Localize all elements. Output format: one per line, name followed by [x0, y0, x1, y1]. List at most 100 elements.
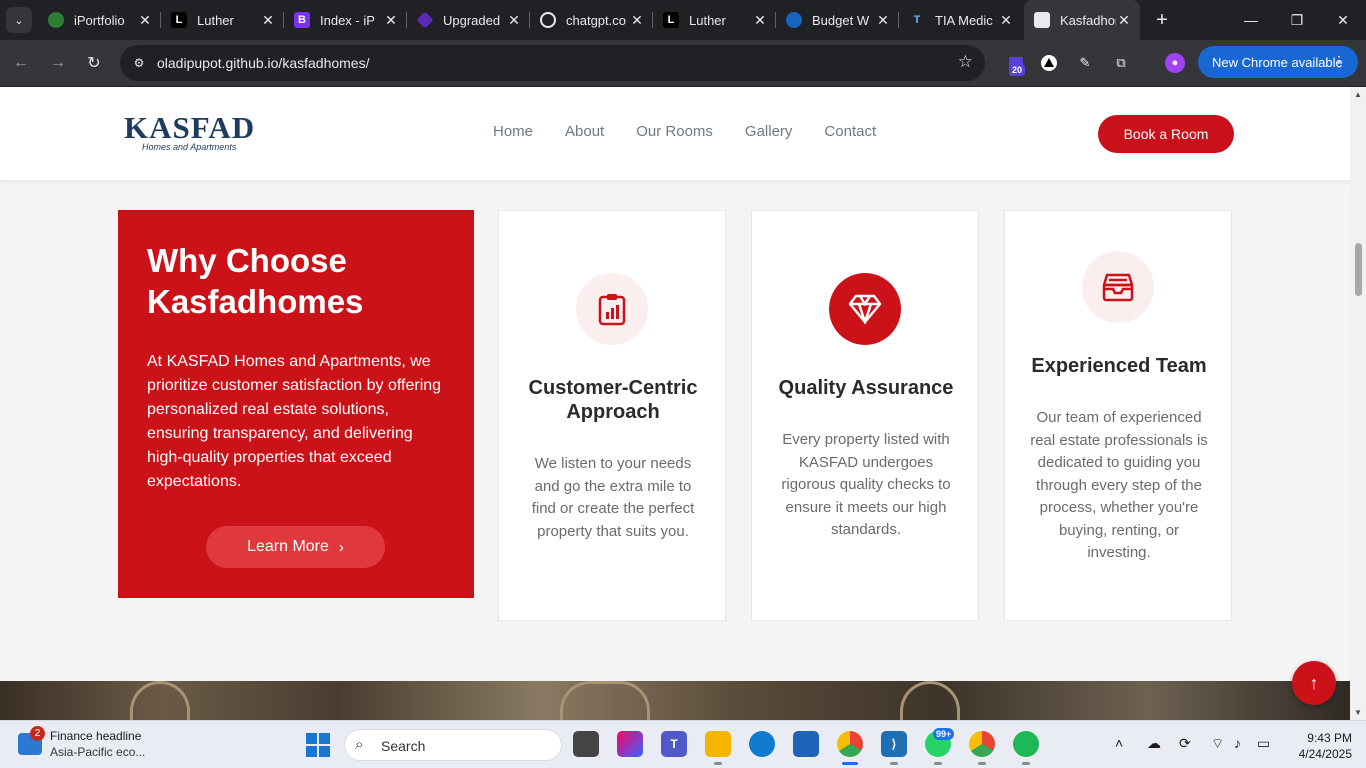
edge-icon[interactable] — [749, 731, 775, 757]
scroll-down-arrow[interactable]: ▼ — [1354, 708, 1362, 717]
chrome-icon[interactable] — [837, 731, 863, 765]
new-tab-button[interactable]: + — [1150, 8, 1174, 32]
tab-title: Luther — [689, 12, 726, 28]
eyedropper-icon[interactable]: ✎ — [1074, 52, 1096, 74]
site-info-icon[interactable]: ⚙ — [130, 54, 148, 72]
site-logo[interactable]: KASFAD Homes and Apartments — [124, 112, 255, 152]
address-bar[interactable]: ⚙ oladipupot.github.io/kasfadhomes/ ☆ — [120, 45, 985, 81]
tab-kasfad[interactable]: Kasfadhon ✕ — [1024, 0, 1140, 40]
update-chrome-button[interactable]: New Chrome available ⋮ — [1198, 46, 1358, 78]
nav-gallery[interactable]: Gallery — [745, 123, 793, 140]
battery-icon[interactable]: ▭ — [1257, 735, 1270, 752]
reload-button[interactable]: ↻ — [81, 50, 107, 76]
tab-title: Upgraded — [443, 12, 501, 28]
arch-decoration — [560, 681, 650, 720]
file-explorer-icon[interactable] — [705, 731, 731, 765]
clock-date: 4/24/2025 — [1298, 747, 1352, 761]
copilot-icon[interactable] — [617, 731, 643, 757]
task-view-icon[interactable] — [573, 731, 599, 757]
feature-title: Experienced Team — [1031, 355, 1207, 377]
nav-our-rooms[interactable]: Our Rooms — [636, 123, 713, 140]
close-icon[interactable]: ✕ — [629, 12, 645, 29]
close-icon[interactable]: ✕ — [506, 12, 522, 29]
tab-title: Budget W — [812, 12, 870, 28]
tab-luther-2[interactable]: L Luther ✕ — [653, 0, 776, 40]
bootstrap-icon: B — [294, 12, 310, 28]
forward-button[interactable]: → — [45, 50, 71, 76]
more-menu-icon[interactable]: ⋮ — [1332, 53, 1346, 70]
vercel-extension-icon[interactable] — [1038, 52, 1060, 74]
back-button[interactable]: ← — [8, 50, 34, 76]
diamond-icon — [829, 273, 901, 345]
close-icon[interactable]: ✕ — [1116, 12, 1132, 29]
tab-title: Index - iP — [320, 12, 375, 28]
nav-home[interactable]: Home — [493, 123, 533, 140]
tab-iportfolio[interactable]: iPortfolio ✕ — [38, 0, 161, 40]
feature-body: Every property listed with KASFAD underg… — [781, 431, 951, 538]
nav-about[interactable]: About — [565, 123, 604, 140]
clipboard-chart-icon — [576, 273, 648, 345]
news-subtitle[interactable]: Asia-Pacific eco... — [50, 745, 145, 759]
volume-icon[interactable]: ♪ — [1234, 735, 1241, 751]
feature-body: Our team of experienced real estate prof… — [1030, 409, 1208, 561]
windows-start-icon[interactable] — [306, 733, 330, 757]
close-icon[interactable]: ✕ — [752, 12, 768, 29]
close-window-button[interactable]: ✕ — [1320, 0, 1366, 40]
nav-contact[interactable]: Contact — [824, 123, 876, 140]
system-clock[interactable]: 9:43 PM 4/24/2025 — [1286, 730, 1352, 762]
spotify-icon[interactable] — [1013, 731, 1039, 765]
book-room-button[interactable]: Book a Room — [1098, 115, 1234, 153]
tab-upgraded[interactable]: Upgraded ✕ — [407, 0, 530, 40]
learn-more-button[interactable]: Learn More › — [206, 526, 385, 568]
chevron-right-icon: › — [338, 538, 344, 556]
extension-badge: 20 — [1009, 64, 1026, 76]
chrome-profile-icon[interactable] — [969, 731, 995, 765]
chevron-up-icon[interactable]: ˄ — [1115, 735, 1123, 751]
arch-decoration — [130, 681, 190, 720]
site-header: KASFAD Homes and Apartments Home About O… — [0, 87, 1350, 180]
arrow-up-icon: ↑ — [1309, 672, 1319, 693]
logo-tagline: Homes and Apartments — [142, 142, 237, 152]
sync-icon[interactable]: ⟳ — [1179, 735, 1191, 752]
tab-title: Luther — [197, 12, 234, 28]
profile-avatar[interactable]: ● — [1165, 53, 1185, 73]
feature-body: We listen to your needs and go the extra… — [531, 455, 695, 540]
restore-button[interactable]: ❐ — [1274, 0, 1320, 40]
onedrive-icon[interactable]: ☁ — [1147, 735, 1161, 752]
bookmark-star-icon[interactable]: ☆ — [958, 52, 973, 72]
l-icon: L — [663, 12, 679, 28]
tab-index[interactable]: B Index - iP ✕ — [284, 0, 407, 40]
news-title[interactable]: Finance headline — [50, 729, 141, 743]
page-scrollbar[interactable]: ▲ ▼ — [1350, 87, 1366, 720]
scrollbar-thumb[interactable] — [1355, 243, 1362, 296]
puzzle-icon[interactable]: ⧉ — [1110, 52, 1132, 74]
tab-tia[interactable]: T TIA Medic ✕ — [899, 0, 1022, 40]
close-icon[interactable]: ✕ — [383, 12, 399, 29]
diamond-icon — [416, 11, 434, 29]
wifi-icon[interactable]: ⌔ — [1211, 735, 1224, 753]
tab-budget[interactable]: Budget W ✕ — [776, 0, 899, 40]
windows-taskbar: 2 Finance headline Asia-Pacific eco... ⌕… — [0, 720, 1366, 768]
tab-title: TIA Medic — [935, 12, 993, 28]
ms-store-icon[interactable] — [793, 731, 819, 757]
feature-card-customer-centric: Customer-Centric Approach We listen to y… — [498, 210, 726, 621]
iportfolio-icon — [48, 12, 64, 28]
tab-chatgpt[interactable]: chatgpt.co ✕ — [530, 0, 653, 40]
scroll-to-top-button[interactable]: ↑ — [1292, 661, 1336, 705]
tab-luther[interactable]: L Luther ✕ — [161, 0, 284, 40]
vscode-icon[interactable]: ⟩ — [881, 731, 907, 765]
close-icon[interactable]: ✕ — [875, 12, 891, 29]
tab-title: chatgpt.co — [566, 12, 626, 28]
url-text[interactable]: oladipupot.github.io/kasfadhomes/ — [157, 55, 369, 71]
close-icon[interactable]: ✕ — [998, 12, 1014, 29]
tab-title: iPortfolio — [74, 12, 125, 28]
scroll-up-arrow[interactable]: ▲ — [1354, 90, 1362, 99]
teams-icon[interactable]: T — [661, 731, 687, 757]
minimize-button[interactable]: — — [1228, 0, 1274, 40]
close-icon[interactable]: ✕ — [260, 12, 276, 29]
close-icon[interactable]: ✕ — [137, 12, 153, 29]
update-label: New Chrome available — [1212, 54, 1343, 70]
taskbar-search[interactable]: ⌕ Search — [344, 729, 562, 761]
clock-time: 9:43 PM — [1307, 731, 1352, 745]
tab-search-button[interactable]: ⌄ — [6, 7, 32, 33]
